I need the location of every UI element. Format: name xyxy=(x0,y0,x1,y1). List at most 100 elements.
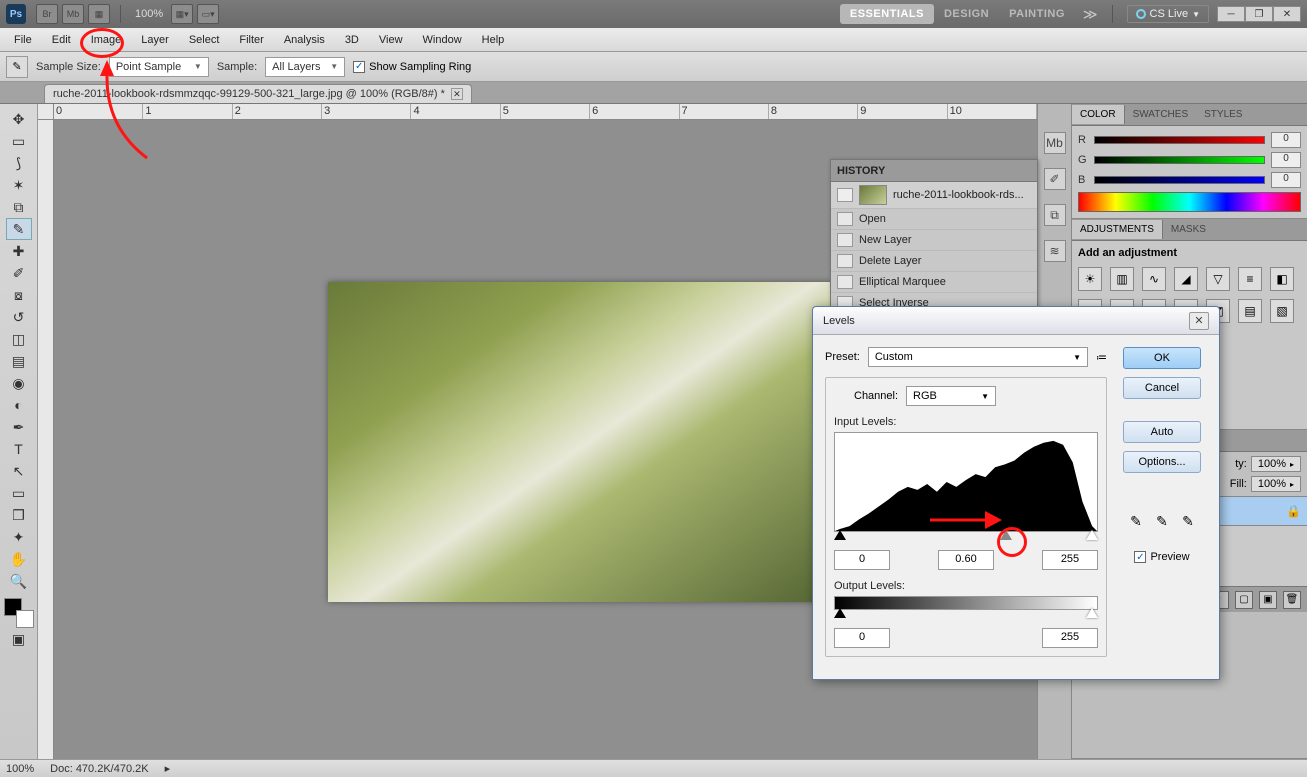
r-slider[interactable] xyxy=(1094,136,1265,144)
zoom-tool-icon[interactable]: 🔍 xyxy=(6,570,32,592)
adj-hue-icon[interactable]: ≡ xyxy=(1238,267,1262,291)
history-item[interactable]: Delete Layer xyxy=(831,251,1037,272)
window-close-icon[interactable]: ✕ xyxy=(1273,6,1301,22)
show-sampling-ring-checkbox[interactable]: ✓Show Sampling Ring xyxy=(353,61,471,73)
wand-tool-icon[interactable]: ✶ xyxy=(6,174,32,196)
output-white-value[interactable]: 255 xyxy=(1042,628,1098,648)
history-brush-icon[interactable]: ↺ xyxy=(6,306,32,328)
ok-button[interactable]: OK xyxy=(1123,347,1201,369)
b-value[interactable]: 0 xyxy=(1271,172,1301,188)
adj-exposure-icon[interactable]: ◢ xyxy=(1174,267,1198,291)
levels-titlebar[interactable]: Levels ✕ xyxy=(813,307,1219,335)
workspace-essentials[interactable]: ESSENTIALS xyxy=(840,4,934,24)
crop-tool-icon[interactable]: ⧉ xyxy=(6,196,32,218)
delete-layer-icon[interactable]: 🗑 xyxy=(1283,591,1301,609)
tab-masks[interactable]: MASKS xyxy=(1163,220,1214,239)
menu-layer[interactable]: Layer xyxy=(131,30,179,50)
output-black-handle[interactable] xyxy=(834,608,846,618)
arrange-docs-icon[interactable]: ▦▾ xyxy=(171,4,193,24)
opacity-combo[interactable]: 100%▸ xyxy=(1251,456,1301,472)
menu-analysis[interactable]: Analysis xyxy=(274,30,335,50)
menu-help[interactable]: Help xyxy=(472,30,515,50)
menu-window[interactable]: Window xyxy=(413,30,472,50)
brush-tool-icon[interactable]: ✐ xyxy=(6,262,32,284)
input-white-value[interactable]: 255 xyxy=(1042,550,1098,570)
document-tab[interactable]: ruche-2011-lookbook-rdsmmzqqc-99129-500-… xyxy=(44,84,472,103)
adj-gradientmap-icon[interactable]: ▤ xyxy=(1238,299,1262,323)
workspace-design[interactable]: DESIGN xyxy=(934,4,999,24)
input-slider[interactable] xyxy=(834,530,1098,544)
marquee-tool-icon[interactable]: ▭ xyxy=(6,130,32,152)
workspace-painting[interactable]: PAINTING xyxy=(999,4,1075,24)
workspace-more-icon[interactable]: ≫ xyxy=(1083,6,1098,23)
quickmask-icon[interactable]: ▣ xyxy=(6,628,32,650)
g-slider[interactable] xyxy=(1094,156,1265,164)
shape-tool-icon[interactable]: ▭ xyxy=(6,482,32,504)
lasso-tool-icon[interactable]: ⟆ xyxy=(6,152,32,174)
menu-edit[interactable]: Edit xyxy=(42,30,81,50)
minibridge-panel-icon[interactable]: Mb xyxy=(1044,132,1066,154)
preset-combo[interactable]: Custom▼ xyxy=(868,347,1088,367)
preset-menu-icon[interactable]: ≔ xyxy=(1096,351,1107,364)
white-point-handle[interactable] xyxy=(1086,530,1098,540)
screen-mode-icon[interactable]: ▦ xyxy=(88,4,110,24)
preview-checkbox[interactable]: ✓Preview xyxy=(1134,551,1189,563)
eyedropper-tool-icon[interactable]: ✎ xyxy=(6,218,32,240)
auto-button[interactable]: Auto xyxy=(1123,421,1201,443)
history-item[interactable]: Open xyxy=(831,209,1037,230)
gamma-handle[interactable] xyxy=(1000,530,1012,540)
zoom-readout[interactable]: 100% xyxy=(135,8,163,20)
tab-color[interactable]: COLOR xyxy=(1072,105,1125,124)
menu-view[interactable]: View xyxy=(369,30,413,50)
new-layer-icon[interactable]: ▣ xyxy=(1259,591,1277,609)
sample-gray-icon[interactable]: ✎ xyxy=(1152,511,1172,531)
eyedropper-tool-icon[interactable]: ✎ xyxy=(6,56,28,78)
3d-tool-icon[interactable]: ❒ xyxy=(6,504,32,526)
path-tool-icon[interactable]: ↖ xyxy=(6,460,32,482)
menu-3d[interactable]: 3D xyxy=(335,30,369,50)
eraser-tool-icon[interactable]: ◫ xyxy=(6,328,32,350)
sample-combo[interactable]: All Layers▼ xyxy=(265,57,345,77)
cancel-button[interactable]: Cancel xyxy=(1123,377,1201,399)
menu-filter[interactable]: Filter xyxy=(229,30,273,50)
pen-tool-icon[interactable]: ✒ xyxy=(6,416,32,438)
history-item[interactable]: Elliptical Marquee xyxy=(831,272,1037,293)
type-tool-icon[interactable]: T xyxy=(6,438,32,460)
3d-camera-icon[interactable]: ✦ xyxy=(6,526,32,548)
output-white-handle[interactable] xyxy=(1086,608,1098,618)
r-value[interactable]: 0 xyxy=(1271,132,1301,148)
adj-curves-icon[interactable]: ∿ xyxy=(1142,267,1166,291)
healing-tool-icon[interactable]: ✚ xyxy=(6,240,32,262)
black-point-handle[interactable] xyxy=(834,530,846,540)
output-black-value[interactable]: 0 xyxy=(834,628,890,648)
status-arrow-icon[interactable]: ▸ xyxy=(165,762,171,775)
tab-swatches[interactable]: SWATCHES xyxy=(1125,105,1197,124)
input-black-value[interactable]: 0 xyxy=(834,550,890,570)
dodge-tool-icon[interactable]: ◐ xyxy=(6,394,32,416)
window-minimize-icon[interactable]: ─ xyxy=(1217,6,1245,22)
output-slider[interactable] xyxy=(834,608,1098,622)
fill-combo[interactable]: 100%▸ xyxy=(1251,476,1301,492)
input-gamma-value[interactable]: 0.60 xyxy=(938,550,994,570)
adj-brightness-icon[interactable]: ☀ xyxy=(1078,267,1102,291)
close-icon[interactable]: ✕ xyxy=(1189,312,1209,330)
options-button[interactable]: Options... xyxy=(1123,451,1201,473)
g-value[interactable]: 0 xyxy=(1271,152,1301,168)
adj-selectivecolor-icon[interactable]: ▧ xyxy=(1270,299,1294,323)
tab-styles[interactable]: STYLES xyxy=(1196,105,1250,124)
sample-black-icon[interactable]: ✎ xyxy=(1126,511,1146,531)
blur-tool-icon[interactable]: ◉ xyxy=(6,372,32,394)
cslive-button[interactable]: CS Live▼ xyxy=(1127,5,1209,23)
sample-size-combo[interactable]: Point Sample▼ xyxy=(109,57,209,77)
b-slider[interactable] xyxy=(1094,176,1265,184)
menu-file[interactable]: File xyxy=(4,30,42,50)
move-tool-icon[interactable]: ✥ xyxy=(6,108,32,130)
clone-panel-icon[interactable]: ⧉ xyxy=(1044,204,1066,226)
group-icon[interactable]: ▢ xyxy=(1235,591,1253,609)
color-swatches[interactable] xyxy=(4,598,34,628)
adj-levels-icon[interactable]: ▥ xyxy=(1110,267,1134,291)
menu-image[interactable]: Image xyxy=(81,30,132,50)
document-close-icon[interactable]: ✕ xyxy=(451,88,463,100)
history-item[interactable]: New Layer xyxy=(831,230,1037,251)
brush-panel-icon[interactable]: ✐ xyxy=(1044,168,1066,190)
